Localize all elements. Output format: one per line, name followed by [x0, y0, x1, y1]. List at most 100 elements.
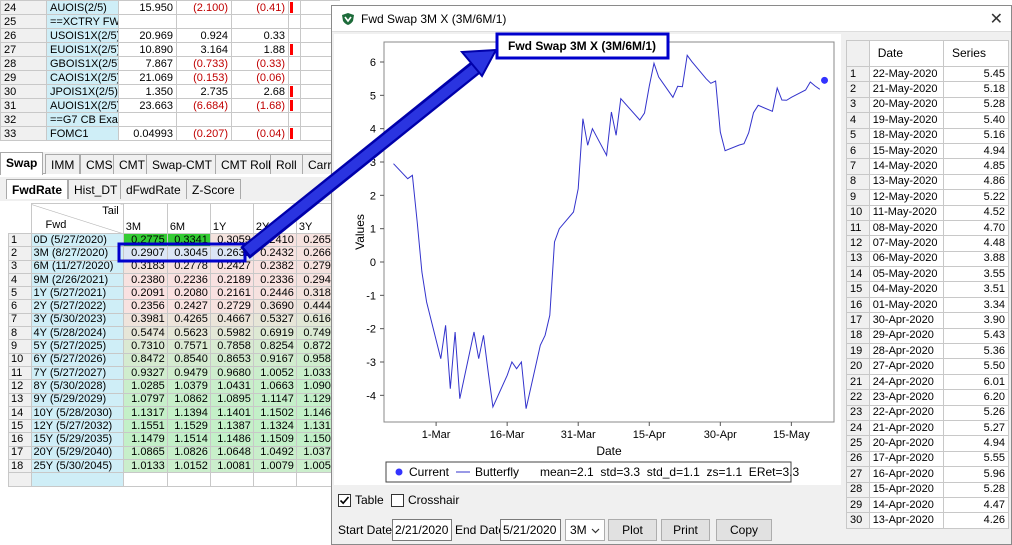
- rate-cell[interactable]: 1.1529: [166, 419, 211, 434]
- series-row[interactable]: 12 07-May-2020 4.48: [846, 235, 1010, 252]
- rate-cell[interactable]: 0.8540: [166, 352, 211, 367]
- series-value-cell[interactable]: 6.20: [942, 389, 1010, 406]
- row-number[interactable]: 27: [846, 466, 870, 483]
- series-row[interactable]: 21 24-Apr-2020 6.01: [846, 373, 1010, 391]
- rate-cell[interactable]: 0.8254: [252, 339, 297, 354]
- row-number[interactable]: 13: [846, 250, 870, 268]
- subtab-z-score[interactable]: Z-Score: [186, 179, 241, 199]
- rate-cell[interactable]: 1.1479: [122, 432, 168, 447]
- date-cell[interactable]: 20-May-2020: [868, 96, 944, 114]
- series-row[interactable]: 22 23-Apr-2020 6.20: [846, 389, 1010, 406]
- rate-cell[interactable]: 0.5982: [209, 326, 254, 341]
- row-number[interactable]: 18: [846, 327, 870, 345]
- rate-cell[interactable]: 0.2080: [166, 286, 211, 301]
- rate-cell[interactable]: 0.2729: [209, 299, 254, 314]
- zscore-cell[interactable]: (0.33): [231, 56, 289, 71]
- change-cell[interactable]: (0.207): [176, 126, 232, 141]
- row-number[interactable]: 24: [846, 419, 870, 437]
- rate-cell[interactable]: 0.7310: [122, 339, 168, 354]
- series-row[interactable]: 23 22-Apr-2020 5.26: [846, 404, 1010, 421]
- series-value-cell[interactable]: 4.94: [942, 142, 1010, 160]
- zscore-cell[interactable]: (0.06): [231, 70, 289, 85]
- start-date-input[interactable]: 2/21/2020: [392, 519, 452, 541]
- date-cell[interactable]: 04-May-2020: [868, 281, 944, 298]
- series-value-cell[interactable]: 5.36: [942, 343, 1010, 360]
- row-number[interactable]: 22: [846, 389, 870, 406]
- rate-cell[interactable]: 0.6919: [252, 326, 297, 341]
- rate-cell[interactable]: 1.0079: [252, 459, 297, 474]
- instrument-name[interactable]: JPOIS1X(2/5): [46, 84, 119, 99]
- series-value-cell[interactable]: 3.51: [942, 281, 1010, 298]
- row-number[interactable]: 16: [846, 296, 870, 314]
- series-value-cell[interactable]: 4.70: [942, 219, 1010, 237]
- date-cell[interactable]: 30-Apr-2020: [868, 312, 944, 329]
- level-cell[interactable]: 23.663: [118, 98, 177, 113]
- rate-cell[interactable]: 0.2380: [122, 272, 168, 288]
- rate-cell[interactable]: 0.2778: [166, 259, 211, 274]
- rate-cell[interactable]: 0.2091: [122, 286, 168, 301]
- rate-cell[interactable]: 1.1394: [166, 405, 211, 421]
- fwd-start-label[interactable]: 25Y (5/30/2045): [30, 459, 124, 474]
- series-row[interactable]: 3 20-May-2020 5.28: [846, 96, 1010, 114]
- change-cell[interactable]: (6.684): [176, 98, 232, 113]
- instrument-name[interactable]: USOIS1X(2/5): [46, 28, 119, 43]
- rate-cell[interactable]: 1.1317: [122, 405, 168, 421]
- change-cell[interactable]: [176, 14, 232, 29]
- table-checkbox[interactable]: [338, 494, 351, 507]
- subtab-hist-dt[interactable]: Hist_DT: [68, 179, 124, 199]
- level-cell[interactable]: [118, 112, 177, 127]
- crosshair-checkbox[interactable]: [391, 494, 404, 507]
- fwd-start-label[interactable]: 6Y (5/27/2026): [30, 352, 124, 367]
- row-number[interactable]: 8: [846, 173, 870, 191]
- date-cell[interactable]: 05-May-2020: [868, 266, 944, 283]
- date-cell[interactable]: 16-Apr-2020: [868, 466, 944, 483]
- series-row[interactable]: 7 14-May-2020 4.85: [846, 158, 1010, 175]
- row-number[interactable]: 33: [0, 126, 47, 141]
- rate-cell[interactable]: 1.1486: [209, 432, 254, 447]
- date-cell[interactable]: 11-May-2020: [868, 204, 944, 221]
- level-cell[interactable]: 10.890: [118, 42, 177, 57]
- rate-cell[interactable]: 1.0133: [122, 459, 168, 474]
- series-value-cell[interactable]: 5.22: [942, 189, 1010, 206]
- series-row[interactable]: 24 21-Apr-2020 5.27: [846, 419, 1010, 437]
- fwd-start-label[interactable]: 4Y (5/28/2024): [30, 326, 124, 341]
- rate-cell[interactable]: 0.2236: [166, 272, 211, 288]
- date-cell[interactable]: 21-Apr-2020: [868, 419, 944, 437]
- date-cell[interactable]: 13-May-2020: [868, 173, 944, 191]
- date-cell[interactable]: 17-Apr-2020: [868, 450, 944, 468]
- row-number[interactable]: 28: [0, 56, 47, 71]
- print-button[interactable]: Print: [661, 519, 710, 541]
- date-cell[interactable]: 20-Apr-2020: [868, 435, 944, 452]
- date-cell[interactable]: 27-Apr-2020: [868, 358, 944, 375]
- series-value-cell[interactable]: 5.18: [942, 81, 1010, 98]
- instrument-name[interactable]: ==G7 CB Examples: [46, 112, 119, 127]
- rate-cell[interactable]: 0.2189: [209, 272, 254, 288]
- rate-cell[interactable]: 1.0052: [252, 365, 297, 381]
- rate-cell[interactable]: 0.2907: [122, 246, 168, 261]
- copy-button[interactable]: Copy: [716, 519, 772, 541]
- date-cell[interactable]: 22-Apr-2020: [868, 404, 944, 421]
- rate-cell[interactable]: 0.2446: [252, 286, 297, 301]
- rate-cell[interactable]: 0.2410: [252, 232, 297, 248]
- date-cell[interactable]: 08-May-2020: [868, 219, 944, 237]
- row-number[interactable]: 7: [846, 158, 870, 175]
- row-number[interactable]: 11: [846, 219, 870, 237]
- date-cell[interactable]: 07-May-2020: [868, 235, 944, 252]
- rate-cell[interactable]: 0.7571: [166, 339, 211, 354]
- rate-cell[interactable]: 0.3690: [252, 299, 297, 314]
- fwd-start-label[interactable]: 9M (2/26/2021): [30, 272, 124, 288]
- rate-cell[interactable]: 1.0152: [166, 459, 211, 474]
- rate-cell[interactable]: 0.7858: [209, 339, 254, 354]
- change-cell[interactable]: 0.924: [176, 28, 232, 43]
- tab-roll[interactable]: Roll: [270, 154, 303, 174]
- rate-cell[interactable]: 0.9327: [122, 365, 168, 381]
- rate-cell[interactable]: 1.1401: [209, 405, 254, 421]
- level-cell[interactable]: 21.069: [118, 70, 177, 85]
- instrument-name[interactable]: ==XCTRY FWD OIS: [46, 14, 119, 29]
- date-cell[interactable]: 12-May-2020: [868, 189, 944, 206]
- series-row[interactable]: 16 01-May-2020 3.34: [846, 296, 1010, 314]
- series-value-cell[interactable]: 4.85: [942, 158, 1010, 175]
- fwd-start-label[interactable]: 9Y (5/29/2029): [30, 392, 124, 407]
- rate-cell[interactable]: 1.1324: [252, 419, 297, 434]
- series-value-cell[interactable]: 5.43: [942, 327, 1010, 345]
